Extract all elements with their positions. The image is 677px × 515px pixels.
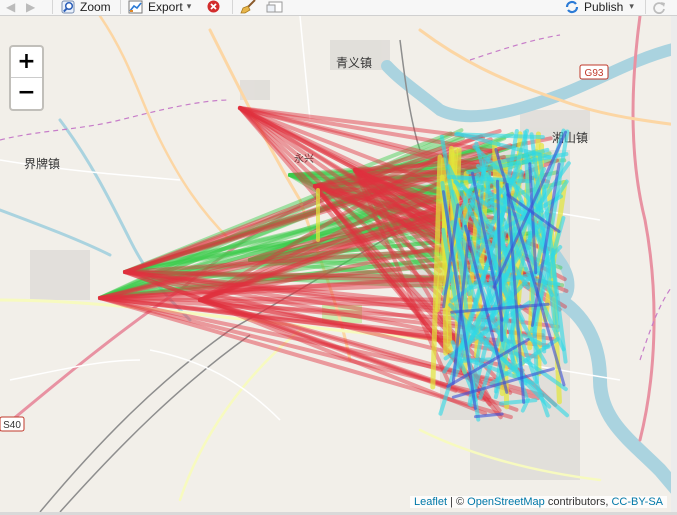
attribution-separator: | © xyxy=(447,496,468,508)
clear-button[interactable] xyxy=(207,0,220,15)
route-line xyxy=(541,328,547,354)
broom-icon xyxy=(240,0,256,14)
export-caret-icon: ▾ xyxy=(186,1,192,11)
forward-arrow-icon[interactable]: ▶ xyxy=(26,0,35,14)
publish-caret-icon: ▾ xyxy=(629,1,634,11)
publish-icon xyxy=(565,0,579,13)
zoom-control: + − xyxy=(9,45,44,111)
osm-link[interactable]: OpenStreetMap xyxy=(467,496,545,508)
leaflet-map[interactable]: G93 S40 青义镇 界牌镇 永兴 湘山镇 + − Leaflet | © O… xyxy=(0,16,677,512)
clear-x-icon xyxy=(207,0,220,13)
route-lines xyxy=(98,106,571,422)
map-scrollbar[interactable] xyxy=(671,16,677,512)
attribution-contributors: contributors, xyxy=(544,496,612,508)
zoom-in-button[interactable]: + xyxy=(11,47,42,78)
place-label-xiangshan: 湘山镇 xyxy=(552,130,588,145)
road-shield-g93: G93 xyxy=(579,64,609,80)
road-shield-g93-text: G93 xyxy=(585,68,604,79)
popout-button[interactable] xyxy=(266,0,284,15)
place-label-qingyi: 青义镇 xyxy=(336,56,372,70)
toolbar-divider xyxy=(232,0,233,14)
zoom-magnifier-icon xyxy=(61,0,75,13)
zoom-out-button[interactable]: − xyxy=(11,78,42,108)
publish-label: Publish xyxy=(584,0,624,14)
toolbar-divider xyxy=(120,0,121,14)
map-basemap: G93 S40 青义镇 界牌镇 永兴 湘山镇 xyxy=(0,16,677,512)
popout-window-icon xyxy=(266,1,283,12)
export-button[interactable]: Export ▾ xyxy=(128,0,191,15)
toolbar-divider xyxy=(645,0,646,14)
refresh-icon xyxy=(653,1,665,14)
map-attribution: Leaflet | © OpenStreetMap contributors, … xyxy=(409,496,667,508)
place-label-jiepai: 界牌镇 xyxy=(24,157,60,171)
viewer-toolbar: ◀ ▶ Zoom Export ▾ Publish ▾ xyxy=(0,0,677,16)
zoom-button[interactable]: Zoom xyxy=(61,0,111,15)
route-line xyxy=(454,132,545,140)
refresh-button[interactable] xyxy=(652,0,666,15)
zoom-label: Zoom xyxy=(80,0,111,14)
license-link[interactable]: CC-BY-SA xyxy=(611,496,663,508)
road-shield-s40-text: S40 xyxy=(3,420,21,431)
export-chart-icon xyxy=(128,0,143,13)
leaflet-link[interactable]: Leaflet xyxy=(414,496,447,508)
export-label: Export xyxy=(148,0,183,14)
road-shield-s40: S40 xyxy=(0,416,25,432)
broom-button[interactable] xyxy=(240,0,258,15)
back-arrow-icon[interactable]: ◀ xyxy=(6,0,15,14)
publish-button[interactable]: Publish ▾ xyxy=(564,0,634,15)
toolbar-divider xyxy=(52,0,53,14)
